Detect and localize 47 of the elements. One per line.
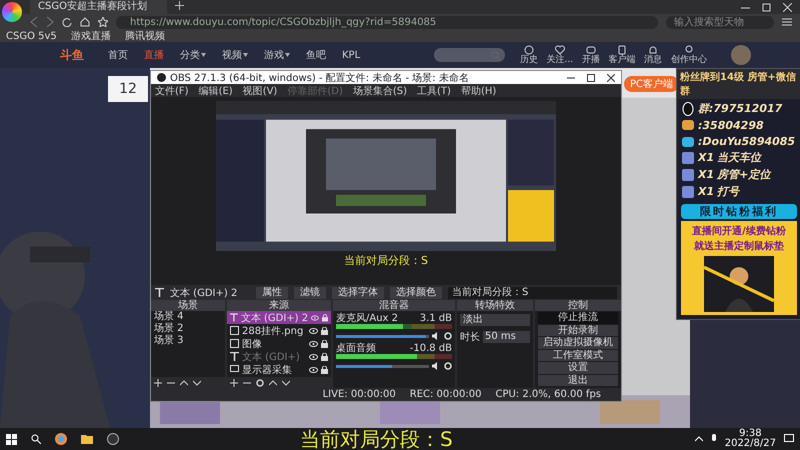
action-label[interactable]: 开播 [582, 56, 600, 64]
new-tab-icon[interactable] [174, 1, 184, 13]
action-label[interactable]: 消息 [644, 56, 662, 64]
clock-time[interactable]: 9:38 [739, 429, 762, 439]
action-label[interactable]: 历史 [520, 56, 538, 64]
notification-icon[interactable] [784, 434, 794, 444]
star-icon[interactable] [98, 17, 108, 27]
home-icon[interactable] [80, 17, 90, 27]
chevron-icon[interactable] [694, 436, 703, 442]
heart-icon[interactable] [554, 45, 565, 55]
action-label[interactable]: 创作中心 [670, 56, 707, 64]
site-logo[interactable]: 斗鱼 [60, 46, 84, 64]
nav-link[interactable]: 首页 [108, 48, 128, 62]
caption-text: 当前对局分段：S [300, 428, 453, 450]
nav-link[interactable]: KPL [342, 48, 360, 62]
microphone-icon[interactable] [710, 434, 717, 444]
action-label[interactable]: 关注... [546, 56, 574, 64]
restore-icon[interactable] [762, 2, 771, 12]
bookmark-link[interactable]: 游戏直播 [70, 29, 111, 43]
search-field[interactable] [434, 48, 506, 62]
menu-icon[interactable] [782, 17, 792, 27]
clock-date[interactable]: 2022/8/27 [724, 439, 776, 449]
nav-link[interactable]: 直播 [144, 48, 164, 62]
clock-icon[interactable] [524, 45, 534, 55]
forward-icon[interactable] [46, 17, 54, 27]
address-field[interactable]: https://www.douyu.com/topic/CSGObzbjljh_qgy?rid=5894085 [116, 16, 658, 28]
action-label[interactable]: 客户端 [608, 56, 636, 64]
phone-icon[interactable] [616, 45, 627, 55]
nav-link[interactable]: 鱼吧 [306, 48, 326, 62]
search-icon[interactable] [31, 434, 41, 444]
bookmark-link[interactable]: CSGO 5v5 [6, 30, 57, 42]
folder-icon[interactable] [81, 434, 93, 444]
avatar-icon[interactable] [730, 45, 751, 65]
browser-tab[interactable]: CSGO安超主播赛段计划 [30, 0, 167, 14]
start-icon[interactable] [6, 434, 17, 444]
reload-icon[interactable] [62, 17, 72, 27]
browser-logo-icon[interactable] [2, 2, 22, 22]
nav-link[interactable]: 游戏 [264, 48, 290, 62]
nav-link[interactable]: 分类 [180, 48, 206, 62]
search-field[interactable]: 输入搜索型天物 [666, 16, 774, 28]
back-icon[interactable] [30, 17, 38, 27]
search-icon [491, 50, 500, 60]
bell-icon[interactable] [648, 45, 658, 55]
nav-link[interactable]: 视频 [222, 48, 248, 62]
obs-icon[interactable] [107, 433, 119, 445]
browser-icon[interactable] [55, 433, 67, 445]
bookmark-link[interactable]: 腾讯视频 [124, 29, 165, 43]
